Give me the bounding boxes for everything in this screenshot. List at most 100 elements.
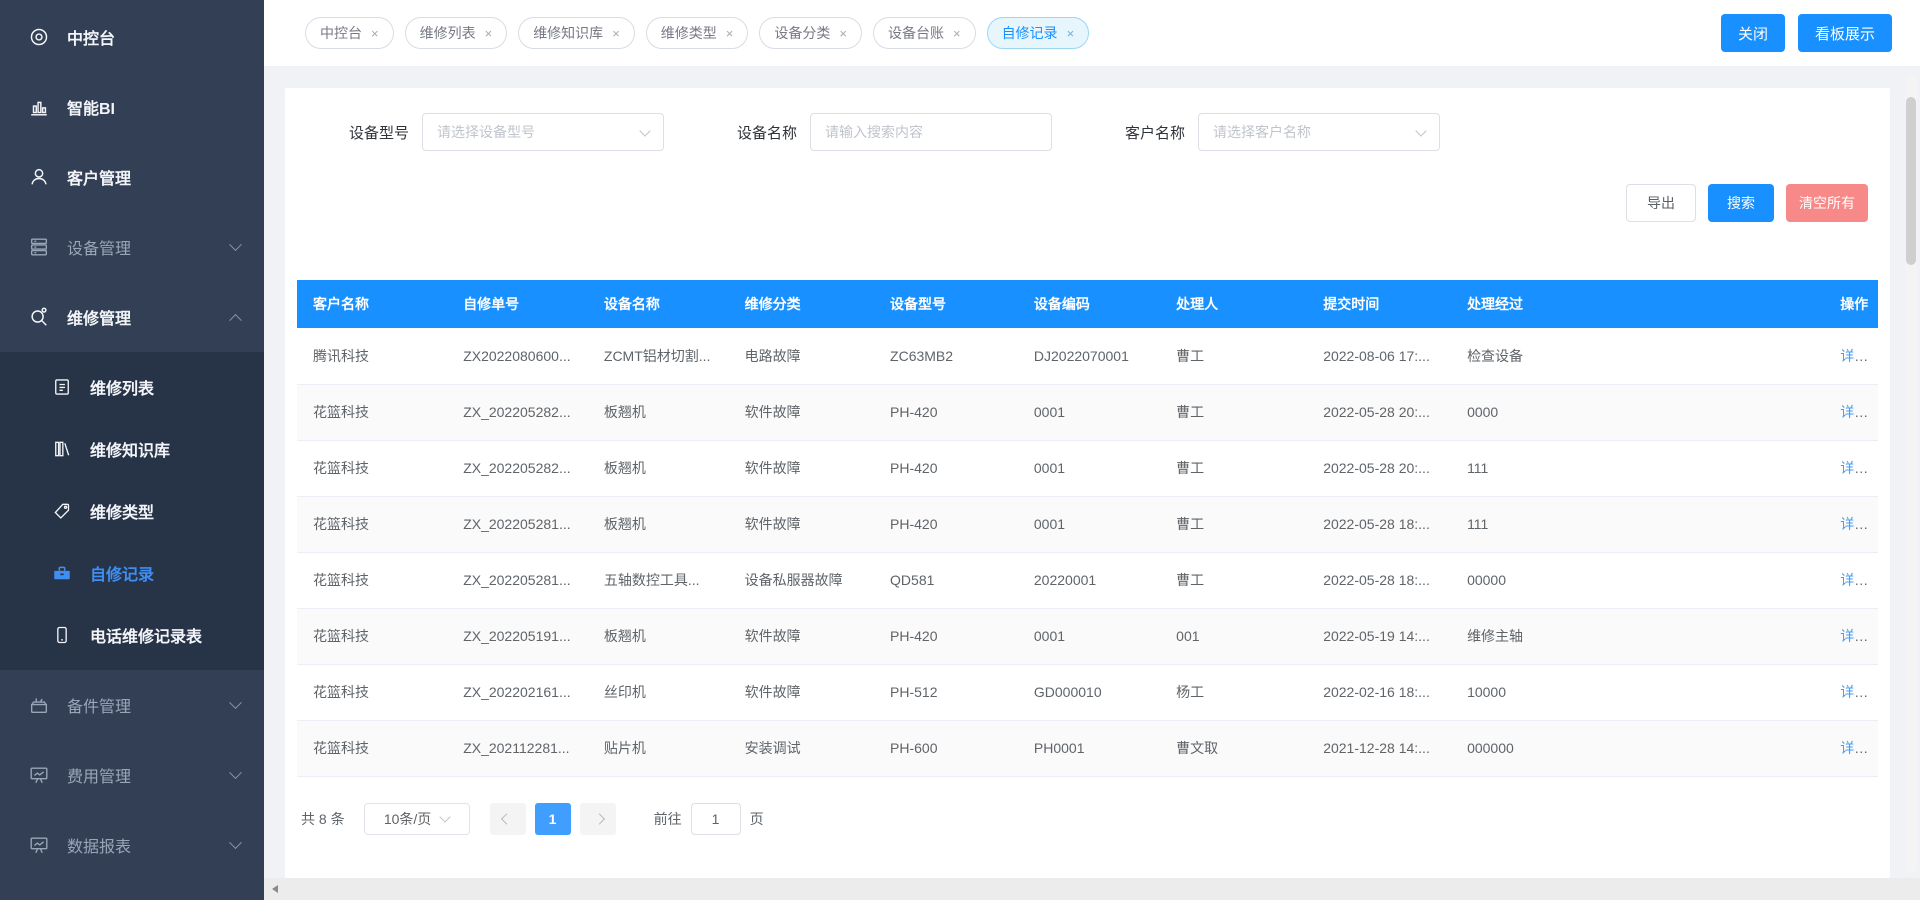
cell-customer: 花篮科技 <box>297 664 447 720</box>
tab-label: 中控台 <box>320 23 362 43</box>
sidebar-item-label: 电话维修记录表 <box>90 623 202 647</box>
cell-repair-category: 安装调试 <box>729 720 874 776</box>
cell-process: 00000 <box>1451 552 1824 608</box>
cell-action: 详情 <box>1824 720 1878 776</box>
cell-customer: 花篮科技 <box>297 440 447 496</box>
device-model-select[interactable]: 请选择设备型号 <box>422 113 664 151</box>
sidebar-item-devices[interactable]: 设备管理 <box>0 212 264 282</box>
tab-console[interactable]: 中控台 × <box>305 17 394 49</box>
next-page-button[interactable] <box>580 803 616 835</box>
page-size-select[interactable]: 10条/页 <box>364 803 470 835</box>
sidebar-item-knowledge[interactable]: 维修知识库 <box>0 418 264 480</box>
close-button[interactable]: 关闭 <box>1721 14 1785 52</box>
cell-action: 详情 <box>1824 496 1878 552</box>
tab-repair-type[interactable]: 维修类型 × <box>646 17 749 49</box>
chevron-down-icon <box>639 125 650 136</box>
horizontal-scrollbar[interactable] <box>264 878 1920 900</box>
toolbox-icon <box>52 563 72 583</box>
main-area: 中控台 × 维修列表 × 维修知识库 × 维修类型 × 设备分类 × <box>264 0 1920 900</box>
tab-knowledge[interactable]: 维修知识库 × <box>518 17 635 49</box>
sidebar-item-bi[interactable]: 智能BI <box>0 72 264 142</box>
scrollbar-thumb[interactable] <box>1906 97 1916 265</box>
cell-handler: 杨工 <box>1160 664 1307 720</box>
sidebar-item-customers[interactable]: 客户管理 <box>0 142 264 212</box>
tab-self-repair-active[interactable]: 自修记录 × <box>987 17 1090 49</box>
chevron-up-icon <box>229 313 242 326</box>
select-placeholder: 请选择客户名称 <box>1213 122 1311 142</box>
sidebar-item-console[interactable]: 中控台 <box>0 2 264 72</box>
cell-order-no: ZX_202112281... <box>447 720 588 776</box>
sidebar-item-repair-type[interactable]: 维修类型 <box>0 480 264 542</box>
board-display-button[interactable]: 看板展示 <box>1798 14 1892 52</box>
chevron-right-icon <box>593 813 604 824</box>
detail-link[interactable]: 详情 <box>1840 684 1868 700</box>
tab-device-category[interactable]: 设备分类 × <box>759 17 862 49</box>
cell-device-name: ZCMT铝材切割... <box>588 328 729 384</box>
export-button[interactable]: 导出 <box>1626 184 1696 222</box>
goto-page-input[interactable] <box>691 803 741 835</box>
clear-all-button[interactable]: 清空所有 <box>1786 184 1868 222</box>
device-name-input[interactable] <box>810 113 1052 151</box>
chevron-left-icon <box>501 813 512 824</box>
cell-handler: 曹工 <box>1160 440 1307 496</box>
cell-device-model: ZC63MB2 <box>874 328 1018 384</box>
detail-link[interactable]: 详情 <box>1840 572 1868 588</box>
sidebar-item-phone-repair[interactable]: 电话维修记录表 <box>0 604 264 666</box>
detail-link[interactable]: 详情 <box>1840 516 1868 532</box>
detail-link[interactable]: 详情 <box>1840 348 1868 364</box>
knowledge-icon <box>52 439 72 459</box>
close-icon[interactable]: × <box>1067 27 1075 40</box>
cell-process: 0000 <box>1451 384 1824 440</box>
close-icon[interactable]: × <box>726 27 734 40</box>
close-icon[interactable]: × <box>371 27 379 40</box>
sidebar-item-label: 智能BI <box>67 95 115 119</box>
cell-submit-time: 2022-05-19 14:... <box>1307 608 1451 664</box>
cell-customer: 花篮科技 <box>297 552 447 608</box>
cell-device-name: 五轴数控工具... <box>588 552 729 608</box>
search-button[interactable]: 搜索 <box>1708 184 1774 222</box>
close-icon[interactable]: × <box>485 27 493 40</box>
vertical-scrollbar[interactable] <box>1905 75 1917 874</box>
close-icon[interactable]: × <box>612 27 620 40</box>
detail-link[interactable]: 详情 <box>1840 404 1868 420</box>
col-device-code: 设备编码 <box>1018 280 1160 328</box>
sidebar-item-partial[interactable] <box>0 866 264 900</box>
cell-process: 111 <box>1451 440 1824 496</box>
cell-device-name: 贴片机 <box>588 720 729 776</box>
sidebar-item-label: 数据报表 <box>67 833 131 857</box>
tab-device-ledger[interactable]: 设备台账 × <box>873 17 976 49</box>
cell-action: 详情 <box>1824 440 1878 496</box>
detail-link[interactable]: 详情 <box>1840 460 1868 476</box>
close-icon[interactable]: × <box>953 27 961 40</box>
sidebar-item-spare-parts[interactable]: 备件管理 <box>0 670 264 740</box>
detail-link[interactable]: 详情 <box>1840 628 1868 644</box>
spare-parts-icon <box>28 694 50 716</box>
customer-name-select[interactable]: 请选择客户名称 <box>1198 113 1440 151</box>
sidebar-item-expense[interactable]: 费用管理 <box>0 740 264 810</box>
tab-label: 维修知识库 <box>533 23 603 43</box>
cell-repair-category: 软件故障 <box>729 496 874 552</box>
cell-customer: 花篮科技 <box>297 608 447 664</box>
console-icon <box>28 26 50 48</box>
prev-page-button[interactable] <box>490 803 526 835</box>
cell-process: 10000 <box>1451 664 1824 720</box>
cell-customer: 花篮科技 <box>297 384 447 440</box>
page-number-button[interactable]: 1 <box>535 803 571 835</box>
close-icon[interactable]: × <box>839 27 847 40</box>
filter-device-model: 设备型号 请选择设备型号 <box>349 113 664 151</box>
cell-customer: 花篮科技 <box>297 720 447 776</box>
sidebar-item-label: 维修知识库 <box>90 437 170 461</box>
cell-repair-category: 软件故障 <box>729 384 874 440</box>
table-row: 花篮科技 ZX_202112281... 贴片机 安装调试 PH-600 PH0… <box>297 720 1878 776</box>
scroll-left-button[interactable] <box>264 878 286 900</box>
sidebar-item-self-repair[interactable]: 自修记录 <box>0 542 264 604</box>
detail-link[interactable]: 详情 <box>1840 740 1868 756</box>
chevron-down-icon <box>229 238 242 251</box>
tab-label: 设备台账 <box>888 23 944 43</box>
cell-handler: 001 <box>1160 608 1307 664</box>
page-unit-label: 页 <box>750 809 764 829</box>
sidebar-item-repair-list[interactable]: 维修列表 <box>0 356 264 418</box>
tab-repair-list[interactable]: 维修列表 × <box>405 17 508 49</box>
sidebar-item-repair[interactable]: 维修管理 <box>0 282 264 352</box>
cell-repair-category: 设备私服器故障 <box>729 552 874 608</box>
